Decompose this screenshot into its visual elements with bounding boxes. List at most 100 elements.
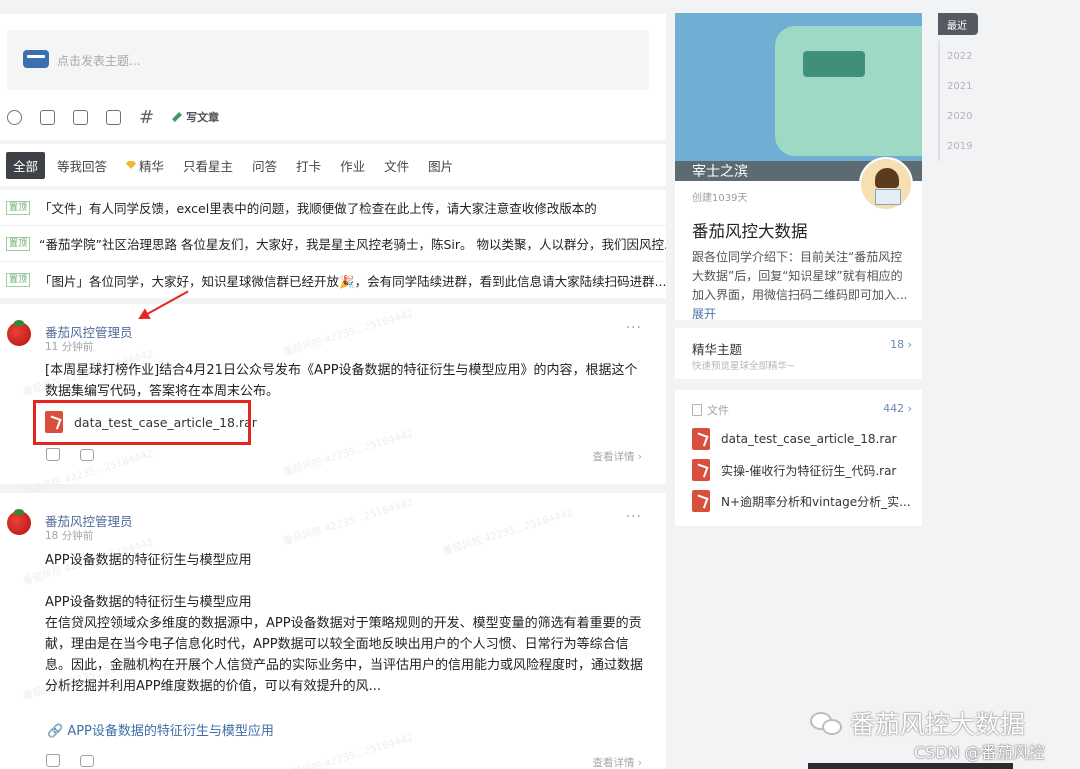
pinned-badge: 置顶 bbox=[6, 200, 31, 215]
compose-input[interactable]: 点击发表主题... bbox=[7, 30, 649, 90]
banner-graphic bbox=[775, 26, 922, 156]
featured-topics-card[interactable]: 精华主题 18 › 快速预览星球全部精华~ bbox=[675, 328, 922, 379]
view-details-link[interactable]: 查看详情 › bbox=[592, 755, 642, 769]
tab-checkin[interactable]: 打卡 bbox=[289, 152, 328, 179]
group-description: 跟各位同学介绍下：目前关注“番茄风控大数据”后，回复“知识星球”就有相应的加入界… bbox=[692, 248, 914, 324]
author-avatar[interactable] bbox=[7, 509, 31, 535]
files-count[interactable]: 442 › bbox=[883, 402, 912, 415]
wechat-watermark: 番茄风控大数据 bbox=[810, 705, 1025, 741]
pinned-topics: 置顶 「文件」有人同学反馈，excel里表中的问题，我顺便做了检查在此上传，请大… bbox=[0, 190, 666, 298]
file-name: N+逾期率分析和vintage分析_实... bbox=[721, 494, 911, 509]
topic-post: 番茄风控 42235...25184442 番茄风控 42235...25184… bbox=[0, 493, 666, 769]
tab-images[interactable]: 图片 bbox=[421, 152, 460, 179]
year-item-2020[interactable]: 2020 bbox=[938, 101, 978, 131]
more-options-icon[interactable]: ··· bbox=[626, 509, 642, 525]
gem-icon bbox=[126, 161, 137, 169]
watermark: 番茄风控 42235...25184442 bbox=[281, 732, 415, 769]
tab-featured[interactable]: 精华 bbox=[119, 152, 171, 179]
file-icon bbox=[692, 428, 710, 450]
pinned-text: “番茄学院”社区治理思路 各位星友们，大家好，我是星主风控老骑士，陈Sir。 物… bbox=[39, 237, 666, 252]
timeline-year-nav: 最近 2022 2021 2020 2019 bbox=[938, 13, 978, 161]
pinned-text: 「图片」各位同学，大家好，知识星球微信群已经开放🎉，会有同学陆续进群，看到此信息… bbox=[39, 273, 666, 289]
year-item-2021[interactable]: 2021 bbox=[938, 71, 978, 101]
wechat-account-name: 番茄风控大数据 bbox=[850, 710, 1026, 739]
file-item[interactable]: 实操-催收行为特征衍生_代码.rar bbox=[692, 459, 896, 481]
description-text: 跟各位同学介绍下：目前关注“番茄风控大数据”后，回复“知识星球”就有相应的加入界… bbox=[692, 250, 908, 302]
post-time: 18 分钟前 bbox=[45, 530, 94, 542]
tab-label: 全部 bbox=[13, 158, 39, 174]
featured-title: 精华主题 bbox=[692, 342, 743, 357]
banner-owner-name: 宰士之滨 bbox=[692, 164, 748, 180]
tab-label: 图片 bbox=[428, 158, 454, 174]
bottom-dark-strip bbox=[808, 763, 1013, 769]
author-avatar[interactable] bbox=[7, 320, 31, 346]
pinned-item[interactable]: 置顶 「图片」各位同学，大家好，知识星球微信群已经开放🎉，会有同学陆续进群，看到… bbox=[0, 262, 666, 298]
comment-icon[interactable] bbox=[80, 754, 94, 767]
tab-homework[interactable]: 作业 bbox=[333, 152, 372, 179]
like-icon[interactable] bbox=[46, 448, 60, 461]
post-actions bbox=[46, 754, 94, 767]
files-header[interactable]: 文件 bbox=[692, 402, 729, 418]
hashtag-icon[interactable]: # bbox=[139, 108, 154, 126]
comment-icon[interactable] bbox=[80, 448, 94, 461]
tab-files[interactable]: 文件 bbox=[377, 152, 416, 179]
tab-label: 作业 bbox=[340, 158, 366, 174]
count-value: 442 bbox=[883, 402, 905, 415]
tab-all[interactable]: 全部 bbox=[6, 151, 46, 179]
file-name: 实操-催收行为特征衍生_代码.rar bbox=[721, 463, 897, 478]
tab-label: 精华 bbox=[139, 158, 165, 174]
write-article-button[interactable]: 写文章 bbox=[172, 109, 219, 125]
post-body: 在信贷风控领域众多维度的数据源中，APP设备数据对于策略规则的开发、模型变量的筛… bbox=[45, 616, 644, 694]
count-value: 18 bbox=[890, 338, 905, 351]
document-icon bbox=[692, 404, 702, 416]
banner-graphic bbox=[803, 51, 865, 77]
pinned-badge: 置顶 bbox=[6, 236, 31, 251]
featured-subtitle: 快速预览星球全部精华~ bbox=[692, 361, 795, 372]
like-icon[interactable] bbox=[46, 754, 60, 767]
tab-owner-only[interactable]: 只看星主 bbox=[176, 152, 240, 179]
pen-icon bbox=[172, 112, 183, 122]
composer-card: 点击发表主题... # 写文章 bbox=[0, 14, 666, 140]
featured-count: 18 › bbox=[890, 338, 912, 351]
more-options-icon[interactable]: ··· bbox=[626, 320, 642, 336]
pinned-item[interactable]: 置顶 「文件」有人同学反馈，excel里表中的问题，我顺便做了检查在此上传，请大… bbox=[0, 190, 666, 226]
post-subtitle: APP设备数据的特征衍生与模型应用 bbox=[45, 595, 252, 610]
document-icon[interactable] bbox=[73, 109, 88, 125]
group-banner: 宰士之滨 bbox=[675, 13, 922, 181]
video-icon[interactable] bbox=[106, 109, 121, 125]
year-item-2022[interactable]: 2022 bbox=[938, 41, 978, 71]
year-item-recent[interactable]: 最近 bbox=[938, 13, 978, 35]
year-item-2019[interactable]: 2019 bbox=[938, 131, 978, 161]
created-days: 创建1039天 bbox=[692, 193, 748, 204]
files-title: 文件 bbox=[707, 404, 729, 417]
tab-label: 打卡 bbox=[296, 158, 322, 174]
tab-label: 文件 bbox=[384, 158, 410, 174]
files-card: 文件 442 › data_test_case_article_18.rar 实… bbox=[675, 390, 922, 526]
write-article-label: 写文章 bbox=[186, 111, 220, 124]
filter-tabs: 全部 等我回答 精华 只看星主 问答 打卡 作业 文件 图片 bbox=[0, 144, 666, 186]
view-details-link[interactable]: 查看详情 › bbox=[592, 449, 642, 464]
watermark: 番茄风控 42235...25184442 bbox=[281, 308, 415, 359]
chevron-right-icon: › bbox=[907, 338, 912, 351]
file-item[interactable]: data_test_case_article_18.rar bbox=[692, 428, 897, 450]
tab-qa[interactable]: 问答 bbox=[245, 152, 284, 179]
image-icon[interactable] bbox=[40, 109, 55, 125]
annotation-highlight-box bbox=[33, 400, 251, 445]
pinned-item[interactable]: 置顶 “番茄学院”社区治理思路 各位星友们，大家好，我是星主风控老骑士，陈Sir… bbox=[0, 226, 666, 262]
compose-placeholder[interactable]: 点击发表主题... bbox=[57, 52, 140, 69]
tab-awaiting-answer[interactable]: 等我回答 bbox=[50, 152, 114, 179]
link-icon: 🔗 bbox=[47, 724, 64, 739]
post-actions bbox=[46, 448, 94, 461]
tab-label: 只看星主 bbox=[183, 158, 234, 174]
chevron-right-icon: › bbox=[907, 402, 912, 415]
file-item[interactable]: N+逾期率分析和vintage分析_实... bbox=[692, 490, 911, 512]
post-title: APP设备数据的特征衍生与模型应用 bbox=[45, 553, 252, 568]
pinned-text: 「文件」有人同学反馈，excel里表中的问题，我顺便做了检查在此上传，请大家注意… bbox=[39, 201, 597, 216]
group-avatar bbox=[859, 157, 913, 211]
expand-link[interactable]: 展开 bbox=[692, 307, 716, 321]
smile-icon[interactable] bbox=[7, 109, 22, 125]
csdn-watermark: CSDN @番茄风控 bbox=[914, 743, 1045, 762]
article-link[interactable]: 🔗 APP设备数据的特征衍生与模型应用 bbox=[47, 720, 274, 739]
group-info-card: 宰士之滨 创建1039天 番茄风控大数据 跟各位同学介绍下：目前关注“番茄风控大… bbox=[675, 13, 922, 321]
watermark: 番茄风控 42235...25184442 bbox=[281, 497, 415, 548]
